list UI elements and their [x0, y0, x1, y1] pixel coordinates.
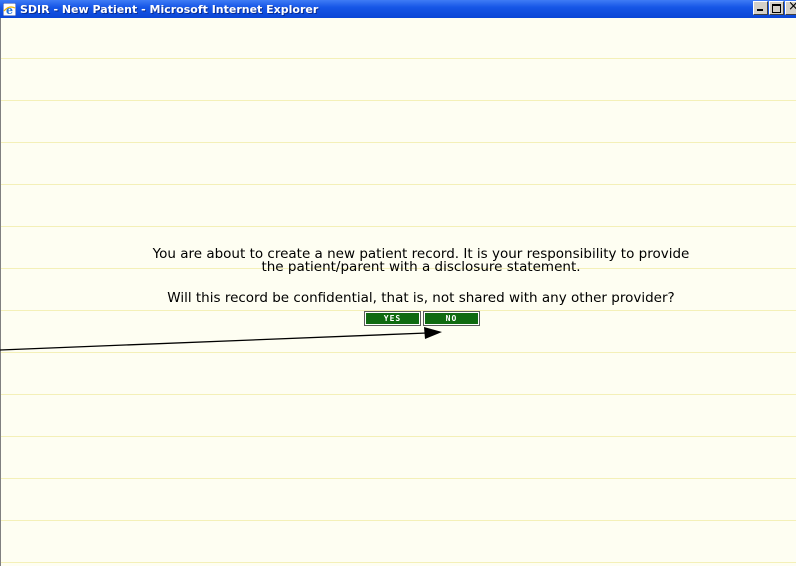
no-button[interactable]: NO [423, 311, 480, 326]
confidentiality-question: Will this record be confidential, that i… [167, 290, 675, 306]
title-bar[interactable]: e SDIR - New Patient - Microsoft Interne… [0, 0, 796, 18]
internet-explorer-icon: e [3, 2, 16, 16]
window-controls [753, 0, 796, 15]
disclosure-message: You are about to create a new patient re… [1, 247, 796, 275]
svg-text:e: e [6, 4, 13, 16]
maximize-button[interactable] [769, 1, 784, 15]
yes-button[interactable]: YES [364, 311, 421, 326]
disclosure-line-2: the patient/parent with a disclosure sta… [261, 259, 581, 275]
window-title: SDIR - New Patient - Microsoft Internet … [20, 2, 319, 16]
page-content: You are about to create a new patient re… [0, 18, 796, 566]
minimize-button[interactable] [753, 1, 768, 15]
browser-window: e SDIR - New Patient - Microsoft Interne… [0, 0, 796, 566]
close-button[interactable] [785, 0, 796, 15]
